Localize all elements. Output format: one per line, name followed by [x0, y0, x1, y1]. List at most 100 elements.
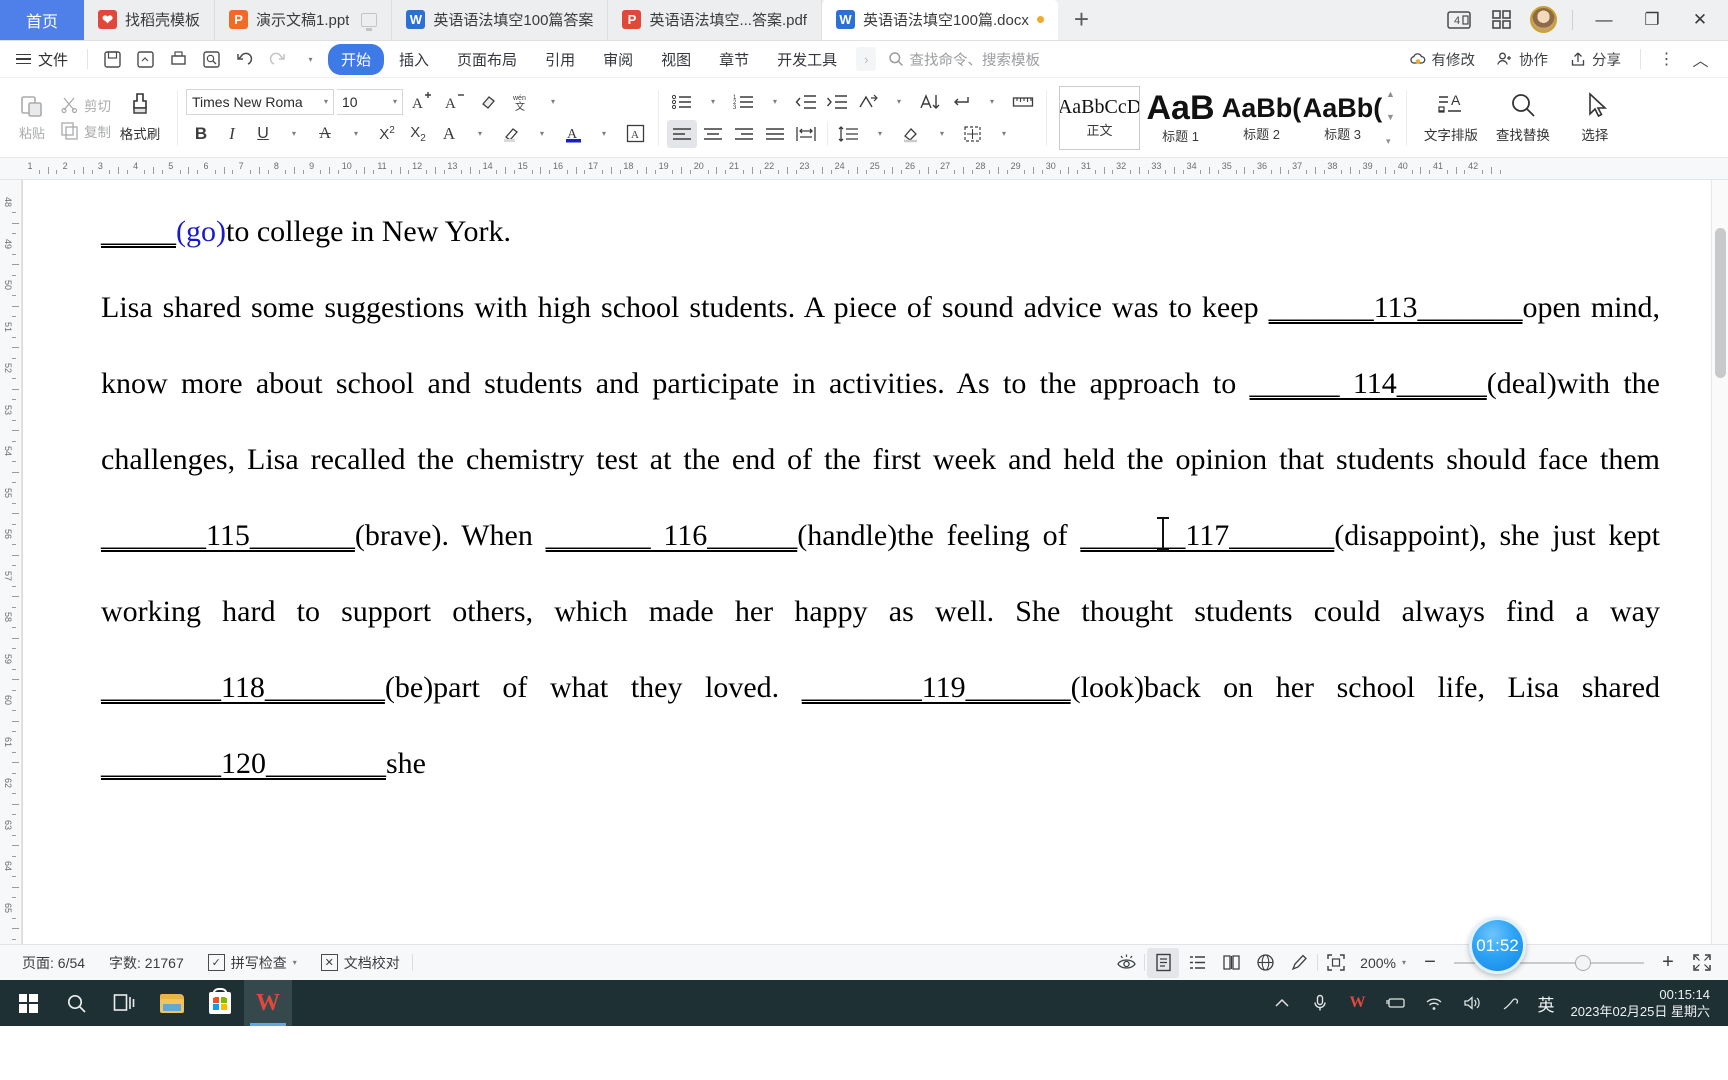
decrease-indent-icon[interactable] — [791, 88, 821, 116]
text-effects-icon[interactable]: A — [434, 120, 464, 148]
ribbon-overflow-button[interactable]: › — [856, 47, 877, 71]
numbered-dropdown-icon[interactable]: ▾ — [760, 88, 790, 116]
line-spacing-dropdown-icon[interactable]: ▾ — [865, 120, 895, 148]
home-tab[interactable]: 首页 — [0, 0, 85, 40]
page-indicator[interactable]: 页面: 6/54 — [10, 953, 97, 973]
share-button[interactable]: 分享 — [1560, 49, 1630, 70]
collaborate-button[interactable]: 协作 — [1487, 49, 1557, 70]
command-search-box[interactable]: 查找命令、搜索模板 — [888, 49, 1040, 70]
italic-icon[interactable]: I — [217, 120, 247, 148]
pinyin-guide-icon[interactable]: wén 文 — [505, 88, 535, 116]
clear-formatting-icon[interactable] — [472, 88, 502, 116]
ribbon-tab-sections[interactable]: 章节 — [706, 44, 762, 75]
show-marks-icon[interactable] — [946, 88, 976, 116]
restore-window-button[interactable]: ❐ — [1630, 0, 1674, 40]
horizontal-ruler[interactable]: 1 2 3 4 5 6 7 8 9 10 11 12 13 14 15 16 17 18 19 20 21 22 23 24 2… — [0, 158, 1728, 180]
tab-grammar-answers[interactable]: W 英语语法填空100篇答案 — [392, 0, 609, 40]
wifi-icon[interactable] — [1416, 980, 1452, 1026]
collapse-ribbon-button[interactable]: ︿ — [1685, 45, 1716, 74]
tab-find-templates[interactable]: ❤ 找稻壳模板 — [84, 0, 216, 40]
bullet-list-icon[interactable] — [667, 88, 697, 116]
print-icon[interactable] — [163, 45, 194, 74]
bold-icon[interactable]: B — [186, 120, 216, 148]
character-border-icon[interactable]: A — [620, 120, 650, 148]
document-body[interactable]: _____(go)to college in New York. Lisa sh… — [23, 180, 1710, 802]
wps-tray-icon[interactable]: W — [1340, 980, 1376, 1026]
wps-office-button[interactable]: W — [244, 980, 292, 1026]
ink-pen-icon[interactable] — [1283, 948, 1315, 978]
zoom-out-button[interactable]: − — [1414, 948, 1446, 978]
font-color-dropdown-icon[interactable]: ▾ — [589, 120, 619, 148]
new-tab-button[interactable]: + — [1058, 0, 1105, 40]
search-button[interactable] — [52, 980, 100, 1026]
document-page[interactable]: _____(go)to college in New York. Lisa sh… — [22, 180, 1710, 944]
superscript-icon[interactable]: X2 — [372, 120, 402, 148]
microphone-icon[interactable] — [1302, 980, 1338, 1026]
minimize-window-button[interactable]: — — [1582, 0, 1626, 40]
save-as-icon[interactable] — [130, 45, 161, 74]
show-marks-dropdown-icon[interactable]: ▾ — [977, 88, 1007, 116]
multilevel-list-icon[interactable] — [853, 88, 883, 116]
reading-view-icon[interactable] — [1215, 948, 1247, 978]
align-right-icon[interactable] — [729, 120, 759, 148]
ribbon-tab-insert[interactable]: 插入 — [386, 44, 442, 75]
strikethrough-dropdown-icon[interactable]: ▾ — [341, 120, 371, 148]
style-heading-2[interactable]: AaBb( 标题 2 — [1221, 86, 1302, 150]
fit-page-icon[interactable] — [1320, 948, 1352, 978]
shading-icon[interactable] — [896, 120, 926, 148]
sort-icon[interactable] — [915, 88, 945, 116]
multilevel-dropdown-icon[interactable]: ▾ — [884, 88, 914, 116]
highlight-color-icon[interactable] — [496, 120, 526, 148]
ribbon-tab-start[interactable]: 开始 — [328, 43, 385, 75]
distribute-icon[interactable] — [791, 120, 821, 148]
font-family-combobox[interactable]: Times New Roma ▾ — [186, 88, 334, 115]
cloud-modified-button[interactable]: 有修改 — [1400, 49, 1485, 70]
start-button[interactable] — [4, 980, 52, 1026]
font-color-icon[interactable]: A — [558, 120, 588, 148]
ribbon-tab-references[interactable]: 引用 — [532, 44, 588, 75]
text-effects-dropdown-icon[interactable]: ▾ — [465, 120, 495, 148]
style-normal[interactable]: AaBbCcD 正文 — [1059, 85, 1140, 150]
outline-view-icon[interactable] — [1181, 948, 1213, 978]
styles-scroll-up-icon[interactable]: ▲ — [1386, 89, 1395, 99]
tab-presentation-ppt[interactable]: P 演示文稿1.ppt — [215, 0, 393, 40]
text-typeset-button[interactable]: A 文字排版 — [1415, 91, 1487, 144]
zoom-level-button[interactable]: 200% ▾ — [1354, 955, 1412, 971]
word-count-indicator[interactable]: 字数: 21767 — [97, 953, 196, 973]
web-view-icon[interactable] — [1249, 948, 1281, 978]
save-icon[interactable] — [97, 45, 128, 74]
fullscreen-icon[interactable] — [1686, 948, 1718, 978]
cut-button[interactable]: 剪切 — [60, 95, 111, 115]
split-screen-icon[interactable]: 4 — [1440, 0, 1478, 40]
bullet-dropdown-icon[interactable]: ▾ — [698, 88, 728, 116]
ribbon-tab-view[interactable]: 视图 — [648, 44, 704, 75]
user-avatar[interactable] — [1530, 6, 1557, 33]
style-heading-3[interactable]: AaBb( 标题 3 — [1302, 86, 1383, 150]
grow-font-icon[interactable]: A — [406, 88, 436, 116]
task-view-button[interactable] — [100, 980, 148, 1026]
spellcheck-button[interactable]: ✓ 拼写检查 ▾ — [196, 953, 309, 973]
increase-indent-icon[interactable] — [822, 88, 852, 116]
redo-icon[interactable] — [262, 45, 293, 74]
page-view-icon[interactable] — [1147, 947, 1180, 978]
copy-button[interactable]: 复制 — [60, 121, 111, 141]
zoom-slider-knob[interactable] — [1575, 954, 1591, 971]
ime-language-indicator[interactable]: 英 — [1530, 991, 1563, 1016]
format-brush-button[interactable]: 格式刷 — [111, 92, 169, 143]
show-hidden-icons-button[interactable] — [1264, 980, 1300, 1026]
vertical-ruler[interactable]: 48 49 50 51 52 53 54 55 56 57 58 59 60 61 62 63 64 65 — [0, 180, 22, 944]
underline-icon[interactable]: U — [248, 120, 278, 148]
styles-scroll-down-icon[interactable]: ▼ — [1386, 112, 1395, 122]
ribbon-tab-page-layout[interactable]: 页面布局 — [444, 44, 530, 75]
pen-icon[interactable] — [1492, 980, 1528, 1026]
style-heading-1[interactable]: AaB 标题 1 — [1140, 86, 1221, 150]
file-explorer-button[interactable] — [148, 980, 196, 1026]
more-options-button[interactable]: ⋮ — [1651, 45, 1682, 74]
borders-icon[interactable] — [958, 120, 988, 148]
align-left-icon[interactable] — [667, 119, 697, 148]
floating-timer-badge[interactable]: 01:52 — [1469, 917, 1526, 974]
underline-dropdown-icon[interactable]: ▾ — [279, 120, 309, 148]
styles-expand-icon[interactable]: ▾ — [1386, 136, 1395, 147]
shading-dropdown-icon[interactable]: ▾ — [927, 120, 957, 148]
find-replace-button[interactable]: 查找替换 — [1487, 91, 1559, 144]
